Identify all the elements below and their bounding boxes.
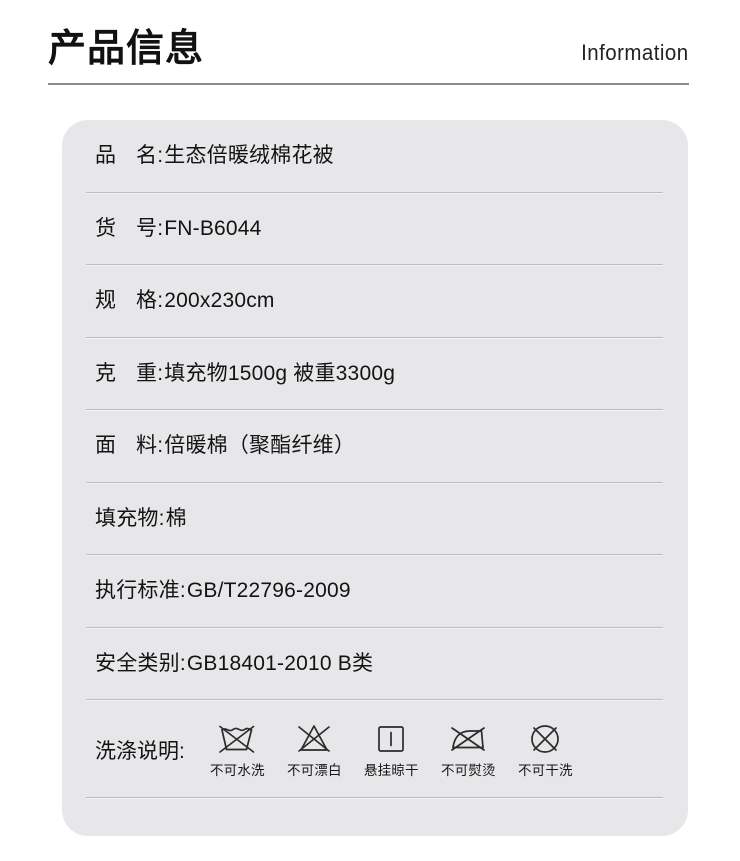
info-row-label: 面 [95,434,136,458]
info-row-separator: : [158,506,165,530]
header-divider [48,83,689,85]
info-row-label-2: 料 [136,434,158,458]
product-info-panel: 品名:生态倍暖绒棉花被 货号:FN-B6044 规格:200x230cm 克重:填充物… [62,120,688,836]
care-item-label: 不可漂白 [286,762,342,778]
info-row-label-2: 名 [136,144,158,168]
info-row-value: 生态倍暖绒棉花被 [164,144,334,168]
info-row-label-2: 格 [136,289,158,313]
info-row-separator: : [157,434,164,458]
care-item-label: 不可熨烫 [440,762,496,778]
care-instructions-label: 洗涤说明: [95,740,185,763]
care-item-line-dry: 悬挂晾干 [353,719,430,780]
info-row-text: 面料:倍暖棉（聚酯纤维） [62,432,355,460]
info-row-gram-weight: 克重:填充物1500g 被重3300g [62,338,688,410]
info-row-separator: : [179,579,186,603]
info-row-text: 货号:FN-B6044 [62,215,262,243]
info-row-product-name: 品名:生态倍暖绒棉花被 [62,120,688,193]
info-row-execution-standard: 执行标准:GB/T22796-2009 [62,555,688,628]
info-row-value: GB/T22796-2009 [186,579,351,603]
info-row-label: 执行标准 [95,579,180,603]
info-row-label: 填充物 [95,506,159,530]
info-row-text: 填充物:棉 [62,505,187,533]
info-row-separator: : [157,289,164,313]
care-icons-group: 不可水洗 不可漂白 悬挂晾干 不可熨烫 不可干洗 [199,719,584,780]
info-row-specification: 规格:200x230cm [62,265,688,338]
care-item-label: 不可干洗 [517,762,573,778]
row-divider [86,797,663,798]
page-subtitle: Information [581,40,689,65]
info-row-filling: 填充物:棉 [62,483,688,555]
info-row-fabric: 面料:倍暖棉（聚酯纤维） [62,410,688,483]
do-not-bleach-icon [298,724,331,752]
info-row-label: 克 [95,361,136,385]
care-item-label: 悬挂晾干 [363,762,419,778]
info-row-text: 执行标准:GB/T22796-2009 [62,577,351,605]
info-row-value: 200x230cm [164,289,275,313]
care-item-do-not-dry-clean: 不可干洗 [507,719,584,780]
care-item-do-not-bleach: 不可漂白 [276,719,353,780]
care-instructions-row: 洗涤说明: 不可水洗 不可漂白 悬挂晾干 不可熨烫 不可干洗 [62,700,688,798]
do-not-dry-clean-icon [531,724,560,753]
info-row-item-number: 货号:FN-B6044 [62,193,688,265]
info-row-separator: : [157,144,164,168]
page-header: 产品信息 Information [48,24,689,86]
info-row-label-2: 号 [136,216,158,240]
do-not-wash-icon [219,725,255,753]
do-not-iron-icon [451,726,486,751]
info-row-separator: : [157,216,164,240]
info-row-value: FN-B6044 [164,216,262,240]
info-row-label-2: 重 [136,361,158,385]
care-item-do-not-wash: 不可水洗 [199,719,276,780]
info-row-label: 规 [95,289,136,313]
info-row-text: 品名:生态倍暖绒棉花被 [62,142,334,170]
line-dry-icon [378,725,405,752]
info-row-value: 倍暖棉（聚酯纤维） [164,434,356,458]
care-item-label: 不可水洗 [209,762,265,778]
info-row-label: 品 [95,144,136,168]
info-row-label: 安全类别 [95,651,180,675]
info-row-value: GB18401-2010 B类 [186,651,374,675]
care-item-do-not-iron: 不可熨烫 [430,719,507,780]
info-row-safety-category: 安全类别:GB18401-2010 B类 [62,628,688,700]
info-row-value: 棉 [165,506,187,530]
info-row-text: 安全类别:GB18401-2010 B类 [62,650,373,678]
info-row-separator: : [157,361,164,385]
info-row-separator: : [179,651,186,675]
info-row-value: 填充物1500g 被重3300g [164,361,396,385]
product-info-rows: 品名:生态倍暖绒棉花被 货号:FN-B6044 规格:200x230cm 克重:填充物… [62,120,688,798]
info-row-text: 克重:填充物1500g 被重3300g [62,360,395,388]
info-row-label: 货 [95,216,136,240]
page-title: 产品信息 [48,28,205,70]
info-row-text: 规格:200x230cm [62,287,275,315]
